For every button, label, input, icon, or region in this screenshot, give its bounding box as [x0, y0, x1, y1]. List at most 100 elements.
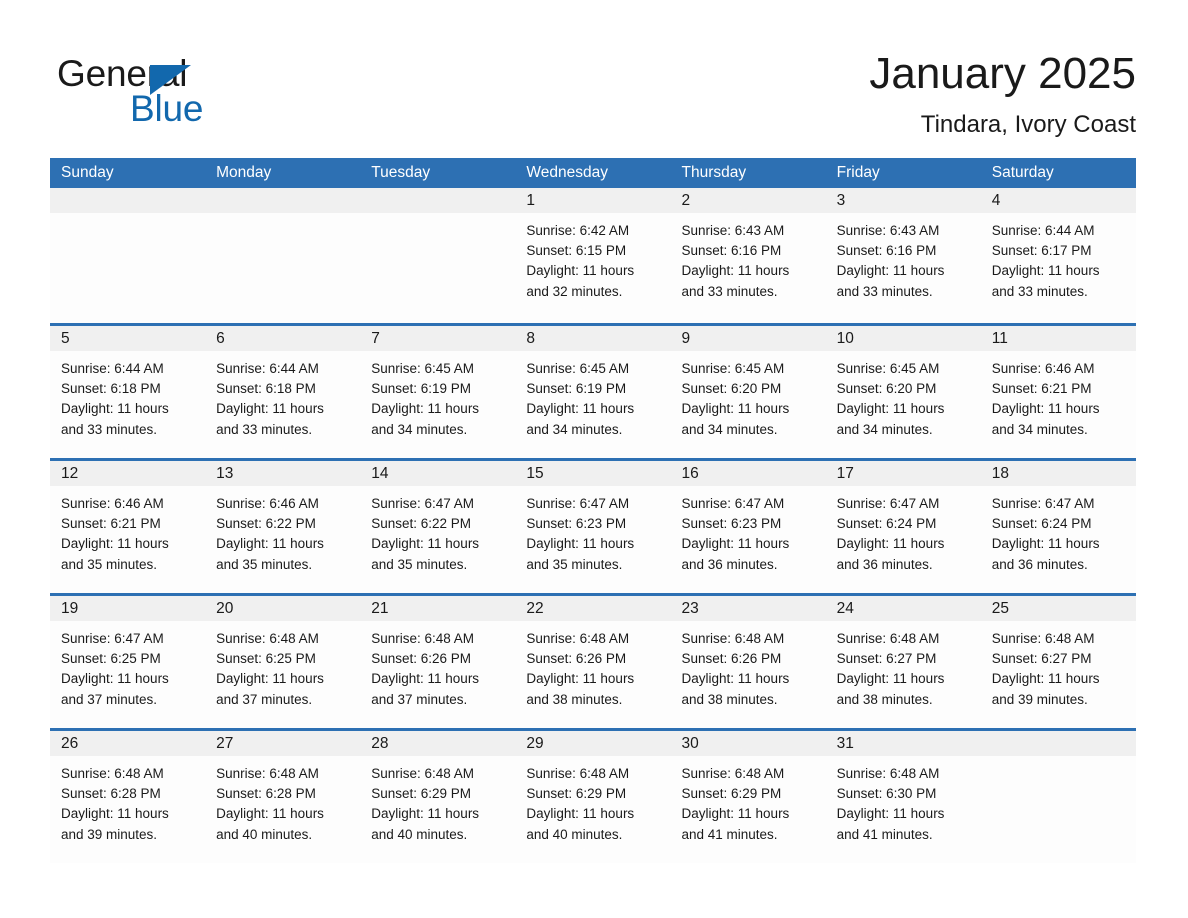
daylight-text-line2: and 34 minutes. [836, 421, 933, 437]
sunset-text: Sunset: 6:28 PM [216, 786, 316, 802]
day-number: 15 [515, 461, 671, 486]
weekday-header-wednesday: Wednesday [526, 164, 608, 181]
day-number: 26 [50, 731, 206, 756]
calendar-day-cell[interactable]: 17 Sunrise: 6:47 AM Sunset: 6:24 PM Dayligh… [825, 461, 981, 593]
daylight-text-line1: Daylight: 11 hours [526, 671, 635, 687]
calendar-day-cell[interactable]: 10 Sunrise: 6:45 AM Sunset: 6:20 PM Dayligh… [825, 326, 981, 458]
daylight-text-line2: and 38 minutes. [681, 691, 778, 707]
day-number: 18 [980, 461, 1136, 486]
calendar-day-cell[interactable]: 31 Sunrise: 6:48 AM Sunset: 6:30 PM Dayligh… [825, 731, 981, 863]
daylight-text-line2: and 35 minutes. [526, 556, 623, 572]
calendar-day-cell[interactable]: 26 Sunrise: 6:48 AM Sunset: 6:28 PM Dayligh… [50, 731, 206, 863]
calendar-day-cell[interactable]: 25 Sunrise: 6:48 AM Sunset: 6:27 PM Dayligh… [980, 596, 1136, 728]
day-details: Sunrise: 6:47 AM Sunset: 6:24 PM Daylight:… [826, 486, 981, 575]
sunrise-text: Sunrise: 6:44 AM [61, 361, 164, 376]
calendar-day-cell-empty [205, 188, 361, 323]
daylight-text-line1: Daylight: 11 hours [526, 263, 635, 279]
daylight-text-line1: Daylight: 11 hours [526, 536, 635, 552]
daylight-text-line2: and 39 minutes. [61, 826, 158, 842]
sunrise-text: Sunrise: 6:48 AM [61, 766, 164, 781]
calendar-day-cell[interactable]: 20 Sunrise: 6:48 AM Sunset: 6:25 PM Dayligh… [205, 596, 361, 728]
day-details: Sunrise: 6:47 AM Sunset: 6:25 PM Daylight:… [50, 621, 205, 710]
calendar-day-cell[interactable]: 6 Sunrise: 6:44 AM Sunset: 6:18 PM Daylight… [205, 326, 361, 458]
day-details: Sunrise: 6:48 AM Sunset: 6:25 PM Daylight:… [205, 621, 360, 710]
day-details: Sunrise: 6:47 AM Sunset: 6:24 PM Daylight:… [981, 486, 1136, 575]
daylight-text-line1: Daylight: 11 hours [991, 263, 1100, 279]
sunrise-text: Sunrise: 6:45 AM [836, 361, 940, 376]
sunrise-text: Sunrise: 6:47 AM [836, 496, 940, 511]
calendar-day-cell[interactable]: 3 Sunrise: 6:43 AM Sunset: 6:16 PM Daylight… [825, 188, 981, 323]
daylight-text-line1: Daylight: 11 hours [836, 536, 945, 552]
daylight-text-line1: Daylight: 11 hours [371, 401, 480, 417]
daylight-text-line2: and 33 minutes. [681, 283, 778, 299]
day-number: 16 [670, 461, 826, 486]
sunset-text: Sunset: 6:23 PM [681, 516, 782, 532]
calendar-day-cell[interactable]: 23 Sunrise: 6:48 AM Sunset: 6:26 PM Dayligh… [670, 596, 826, 728]
calendar-day-cell[interactable]: 29 Sunrise: 6:48 AM Sunset: 6:29 PM Dayligh… [515, 731, 671, 863]
calendar-day-cell[interactable]: 22 Sunrise: 6:48 AM Sunset: 6:26 PM Dayligh… [515, 596, 671, 728]
calendar-day-cell[interactable]: 7 Sunrise: 6:45 AM Sunset: 6:19 PM Daylight… [360, 326, 516, 458]
calendar-day-cell[interactable]: 2 Sunrise: 6:43 AM Sunset: 6:16 PM Daylight… [670, 188, 826, 323]
day-details: Sunrise: 6:48 AM Sunset: 6:29 PM Daylight:… [515, 756, 670, 845]
daylight-text-line1: Daylight: 11 hours [681, 671, 790, 687]
sunrise-text: Sunrise: 6:44 AM [216, 361, 319, 376]
calendar-day-cell[interactable]: 9 Sunrise: 6:45 AM Sunset: 6:20 PM Daylight… [670, 326, 826, 458]
day-details: Sunrise: 6:45 AM Sunset: 6:20 PM Daylight:… [826, 351, 981, 440]
sunset-text: Sunset: 6:29 PM [371, 786, 472, 802]
calendar-day-cell[interactable]: 18 Sunrise: 6:47 AM Sunset: 6:24 PM Dayligh… [980, 461, 1136, 593]
sunset-text: Sunset: 6:16 PM [681, 243, 782, 259]
page-header: General Blue January 2025 Tindara, Ivory… [0, 0, 1188, 152]
day-number: 6 [205, 326, 361, 351]
calendar-day-cell-empty [50, 188, 206, 323]
weekday-header-row: Sunday Monday Tuesday Wednesday Thursday… [50, 158, 1136, 188]
daylight-text-line1: Daylight: 11 hours [216, 536, 324, 552]
day-details: Sunrise: 6:48 AM Sunset: 6:30 PM Daylight:… [826, 756, 981, 845]
calendar-day-cell[interactable]: 15 Sunrise: 6:47 AM Sunset: 6:23 PM Dayligh… [515, 461, 671, 593]
sunset-text: Sunset: 6:21 PM [61, 516, 161, 532]
day-details: Sunrise: 6:46 AM Sunset: 6:22 PM Daylight:… [205, 486, 360, 575]
daylight-text-line1: Daylight: 11 hours [371, 536, 480, 552]
calendar-day-cell[interactable]: 11 Sunrise: 6:46 AM Sunset: 6:21 PM Dayligh… [980, 326, 1136, 458]
sunrise-text: Sunrise: 6:48 AM [991, 631, 1095, 646]
day-number: 10 [825, 326, 981, 351]
calendar-day-cell[interactable]: 1 Sunrise: 6:42 AM Sunset: 6:15 PM Daylight… [515, 188, 671, 323]
calendar-day-cell[interactable]: 24 Sunrise: 6:48 AM Sunset: 6:27 PM Dayligh… [825, 596, 981, 728]
calendar-day-cell[interactable]: 30 Sunrise: 6:48 AM Sunset: 6:29 PM Dayligh… [670, 731, 826, 863]
sunrise-text: Sunrise: 6:47 AM [991, 496, 1095, 511]
weekday-header-thursday: Thursday [681, 164, 747, 181]
daylight-text-line2: and 34 minutes. [681, 421, 778, 437]
sunset-text: Sunset: 6:18 PM [216, 381, 316, 397]
sunrise-text: Sunrise: 6:45 AM [371, 361, 475, 376]
calendar-day-cell[interactable]: 16 Sunrise: 6:47 AM Sunset: 6:23 PM Dayligh… [670, 461, 826, 593]
calendar-week-row: 5 Sunrise: 6:44 AM Sunset: 6:18 PM Daylight… [50, 323, 1136, 458]
calendar-day-cell[interactable]: 8 Sunrise: 6:45 AM Sunset: 6:19 PM Daylight… [515, 326, 671, 458]
sunrise-text: Sunrise: 6:46 AM [216, 496, 319, 511]
day-details: Sunrise: 6:47 AM Sunset: 6:22 PM Daylight:… [360, 486, 515, 575]
calendar-day-cell[interactable]: 5 Sunrise: 6:44 AM Sunset: 6:18 PM Daylight… [50, 326, 206, 458]
day-number: 8 [515, 326, 671, 351]
calendar-weeks: 1 Sunrise: 6:42 AM Sunset: 6:15 PM Daylight… [50, 188, 1136, 863]
weekday-header-monday: Monday [216, 164, 272, 181]
day-number: 22 [515, 596, 671, 621]
calendar-day-cell[interactable]: 13 Sunrise: 6:46 AM Sunset: 6:22 PM Dayligh… [205, 461, 361, 593]
day-number: 13 [205, 461, 361, 486]
day-number: 20 [205, 596, 361, 621]
calendar-day-cell[interactable]: 28 Sunrise: 6:48 AM Sunset: 6:29 PM Dayligh… [360, 731, 516, 863]
calendar-day-cell[interactable]: 12 Sunrise: 6:46 AM Sunset: 6:21 PM Dayligh… [50, 461, 206, 593]
calendar-day-cell[interactable]: 4 Sunrise: 6:44 AM Sunset: 6:17 PM Daylight… [980, 188, 1136, 323]
sunset-text: Sunset: 6:26 PM [681, 651, 782, 667]
calendar-day-cell[interactable]: 27 Sunrise: 6:48 AM Sunset: 6:28 PM Dayligh… [205, 731, 361, 863]
weekday-header-friday: Friday [836, 164, 880, 181]
sunset-text: Sunset: 6:20 PM [681, 381, 782, 397]
daylight-text-line1: Daylight: 11 hours [61, 401, 169, 417]
sunset-text: Sunset: 6:22 PM [216, 516, 316, 532]
logo-text-blue: Blue [130, 88, 204, 129]
day-details: Sunrise: 6:42 AM Sunset: 6:15 PM Daylight:… [515, 213, 670, 302]
calendar-day-cell[interactable]: 21 Sunrise: 6:48 AM Sunset: 6:26 PM Dayligh… [360, 596, 516, 728]
day-details: Sunrise: 6:48 AM Sunset: 6:29 PM Daylight:… [360, 756, 515, 845]
calendar-day-cell[interactable]: 14 Sunrise: 6:47 AM Sunset: 6:22 PM Dayligh… [360, 461, 516, 593]
sunrise-text: Sunrise: 6:43 AM [681, 223, 785, 238]
calendar-day-cell[interactable]: 19 Sunrise: 6:47 AM Sunset: 6:25 PM Dayligh… [50, 596, 206, 728]
daylight-text-line1: Daylight: 11 hours [836, 401, 945, 417]
daylight-text-line2: and 34 minutes. [371, 421, 468, 437]
